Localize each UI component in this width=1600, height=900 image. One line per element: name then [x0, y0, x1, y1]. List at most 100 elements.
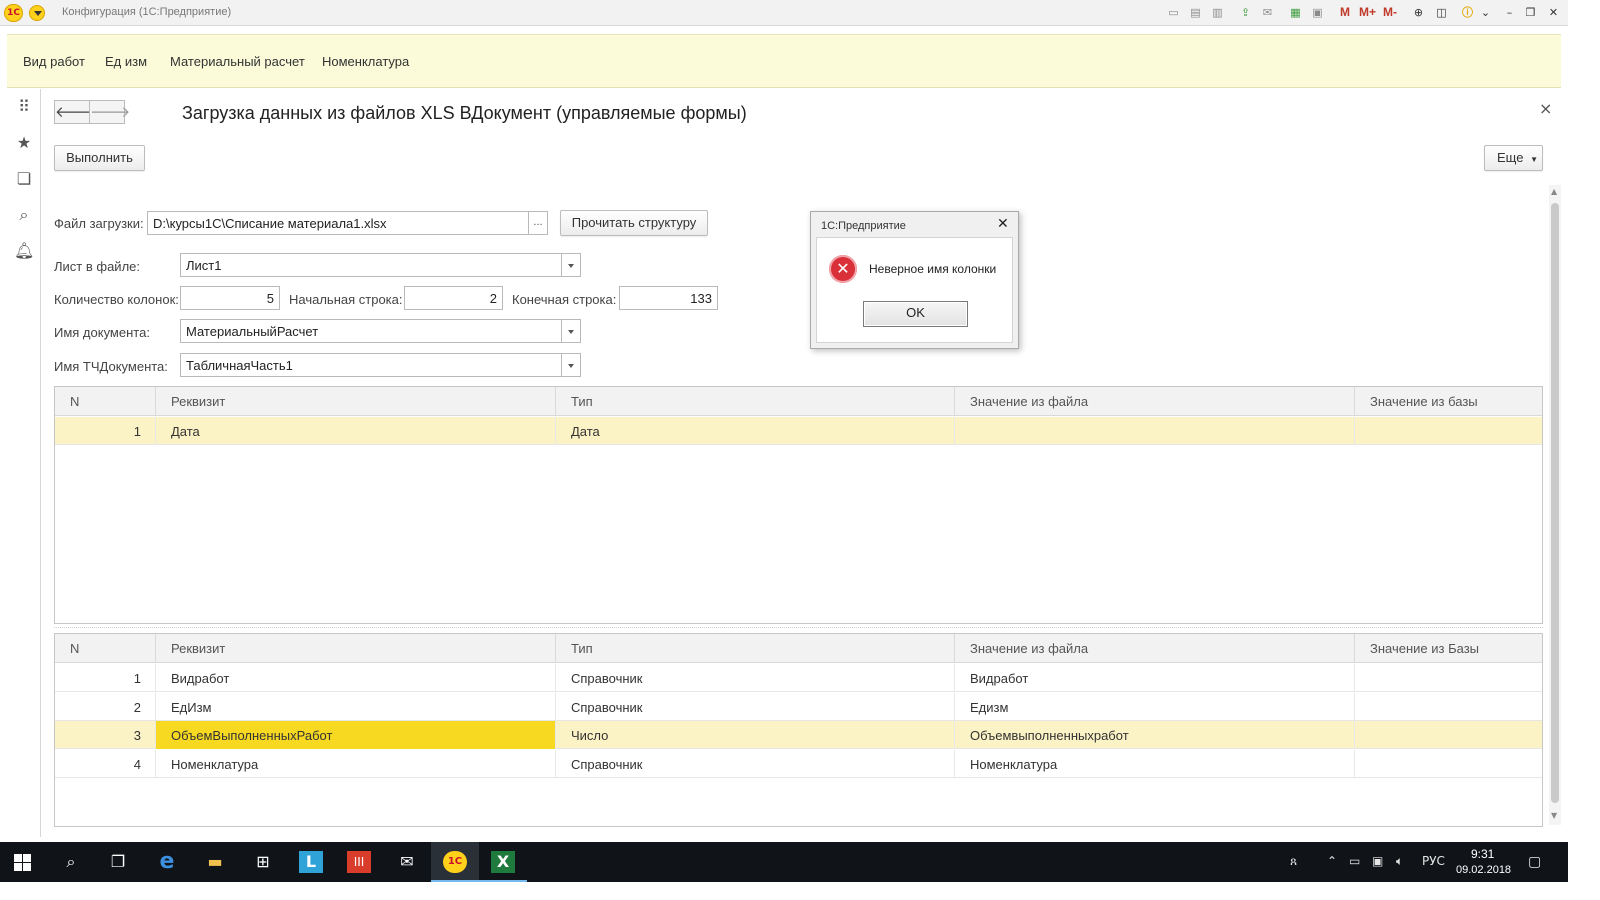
- upload-icon[interactable]: ⇪: [1238, 5, 1253, 20]
- 1c-logo-icon[interactable]: 1С: [4, 4, 23, 22]
- mail-button[interactable]: ✉: [383, 842, 431, 882]
- table-row-selected[interactable]: 3 ОбъемВыполненныхРабот Число Объемвыпол…: [55, 721, 1542, 749]
- excel-button[interactable]: X: [479, 842, 527, 882]
- people-icon[interactable]: ጸ: [1290, 854, 1297, 869]
- explorer-icon: ▬: [207, 852, 223, 871]
- save-icon[interactable]: ▭: [1166, 5, 1181, 20]
- form-close-icon[interactable]: ×: [1539, 99, 1552, 118]
- scroll-up-icon[interactable]: ▲: [1551, 187, 1557, 196]
- info-dropdown-icon[interactable]: ⌄: [1478, 5, 1493, 20]
- end-row-field[interactable]: 133: [619, 286, 718, 310]
- clock-time[interactable]: 9:31: [1471, 847, 1494, 861]
- dialog-ok-button[interactable]: OK: [863, 301, 968, 327]
- minimize-icon[interactable]: –: [1502, 5, 1517, 20]
- start-icon: [14, 854, 31, 871]
- sheet-dropdown-icon[interactable]: [561, 253, 581, 277]
- table-row[interactable]: 4 Номенклатура Справочник Номенклатура: [55, 750, 1542, 778]
- window-close-icon[interactable]: ✕: [1546, 5, 1561, 20]
- scroll-down-icon[interactable]: ▼: [1551, 811, 1557, 820]
- history-icon[interactable]: ❏: [14, 169, 34, 189]
- dialog-close-icon[interactable]: ✕: [997, 216, 1009, 232]
- table-row[interactable]: 2 ЕдИзм Справочник Едизм: [55, 693, 1542, 721]
- col-header-file-value[interactable]: Значение из файла: [955, 387, 1355, 416]
- email-icon[interactable]: ✉: [1260, 5, 1275, 20]
- print-icon[interactable]: ▤: [1188, 5, 1203, 20]
- cell-attr-current[interactable]: ОбъемВыполненныхРабот: [156, 721, 556, 749]
- table-row[interactable]: 1 Видработ Справочник Видработ: [55, 664, 1542, 692]
- clock-date[interactable]: 09.02.2018: [1456, 864, 1511, 876]
- col-header-db-value[interactable]: Значение из базы: [1355, 387, 1542, 416]
- nav-forward-button[interactable]: 🡒: [89, 100, 130, 124]
- dialog-title: 1С:Предприятие: [821, 220, 906, 232]
- memory-plus-button[interactable]: M+: [1359, 5, 1376, 19]
- panels-icon[interactable]: ◫: [1434, 5, 1449, 20]
- col-header-n[interactable]: N: [55, 634, 156, 663]
- col-header-type[interactable]: Тип: [556, 634, 955, 663]
- red-app-button[interactable]: III: [335, 842, 383, 882]
- l-app-icon: L: [299, 851, 323, 873]
- nav-back-button[interactable]: 🡐: [54, 100, 95, 124]
- file-label: Файл загрузки:: [54, 216, 144, 231]
- l-app-button[interactable]: L: [287, 842, 335, 882]
- more-button[interactable]: Еще ▼: [1484, 145, 1543, 171]
- info-icon[interactable]: ⓘ: [1460, 5, 1475, 20]
- tab-name-field[interactable]: ТабличнаяЧасть1: [180, 353, 562, 377]
- col-header-attr[interactable]: Реквизит: [156, 387, 556, 416]
- start-row-field[interactable]: 2: [404, 286, 503, 310]
- execute-button[interactable]: Выполнить: [54, 145, 145, 171]
- col-header-n[interactable]: N: [55, 387, 156, 416]
- 1c-taskbar-button[interactable]: 1С: [431, 842, 479, 882]
- col-header-attr[interactable]: Реквизит: [156, 634, 556, 663]
- volume-icon[interactable]: 🔈︎: [1396, 854, 1403, 869]
- scrollbar-thumb[interactable]: [1551, 203, 1559, 803]
- columns-count-field[interactable]: 5: [180, 286, 280, 310]
- notifications-icon[interactable]: ▢: [1528, 854, 1541, 870]
- edge-button[interactable]: e: [143, 842, 191, 882]
- tab-name-dropdown-icon[interactable]: [561, 353, 581, 377]
- print-preview-icon[interactable]: ▥: [1210, 5, 1225, 20]
- task-view-button[interactable]: ❐: [94, 842, 142, 882]
- section-material-raschet[interactable]: Материальный расчет: [170, 54, 305, 69]
- sheet-field[interactable]: Лист1: [180, 253, 562, 277]
- calendar-icon[interactable]: ▣: [1310, 5, 1325, 20]
- col-header-type[interactable]: Тип: [556, 387, 955, 416]
- vertical-scrollbar[interactable]: ▲ ▼: [1549, 185, 1561, 825]
- cell-type: Число: [556, 721, 955, 749]
- table-row[interactable]: 1 Дата Дата: [55, 417, 1542, 445]
- end-row-label: Конечная строка:: [512, 292, 617, 307]
- search-icon[interactable]: ⌕: [14, 205, 34, 225]
- star-icon[interactable]: ★: [14, 133, 34, 153]
- explorer-button[interactable]: ▬: [191, 842, 239, 882]
- calculator-icon[interactable]: ▦: [1288, 5, 1303, 20]
- battery-icon[interactable]: ▭: [1349, 854, 1360, 868]
- cell-n: 1: [55, 664, 156, 692]
- memory-m-button[interactable]: M: [1340, 5, 1350, 19]
- window-title-bar: 1С Конфигурация (1С:Предприятие) ▭ ▤ ▥ ⇪…: [0, 0, 1568, 26]
- store-button[interactable]: ⊞: [239, 842, 287, 882]
- section-vid-rabot[interactable]: Вид работ: [23, 54, 85, 69]
- section-ed-izm[interactable]: Ед изм: [105, 54, 147, 69]
- cell-file-value: Едизм: [955, 693, 1355, 721]
- doc-name-field[interactable]: МатериальныйРасчет: [180, 319, 562, 343]
- doc-name-dropdown-icon[interactable]: [561, 319, 581, 343]
- section-nomenklatura[interactable]: Номенклатура: [322, 54, 409, 69]
- cell-attr: Видработ: [156, 664, 556, 692]
- restore-icon[interactable]: ❐: [1523, 5, 1538, 20]
- splitter[interactable]: [54, 627, 1543, 631]
- language-indicator[interactable]: РУС: [1422, 854, 1445, 868]
- memory-minus-button[interactable]: M-: [1383, 5, 1397, 19]
- bell-icon[interactable]: 🔔︎: [14, 241, 34, 261]
- file-select-button[interactable]: ...: [528, 211, 548, 235]
- col-header-db-value[interactable]: Значение из Базы: [1355, 634, 1542, 663]
- tray-expand-icon[interactable]: ⌃: [1327, 854, 1337, 868]
- apps-grid-icon[interactable]: ⠿: [14, 97, 34, 117]
- start-button[interactable]: [0, 842, 48, 882]
- col-header-file-value[interactable]: Значение из файла: [955, 634, 1355, 663]
- network-icon[interactable]: ▣: [1372, 854, 1383, 868]
- search-icon: ⌕: [66, 852, 76, 871]
- main-menu-dropdown-icon[interactable]: [29, 5, 45, 21]
- file-path-field[interactable]: D:\курсы1С\Списание материала1.xlsx: [147, 211, 529, 235]
- read-structure-button[interactable]: Прочитать структуру: [560, 210, 708, 236]
- zoom-icon[interactable]: ⊕: [1411, 5, 1426, 20]
- taskbar-search-button[interactable]: ⌕: [47, 842, 95, 882]
